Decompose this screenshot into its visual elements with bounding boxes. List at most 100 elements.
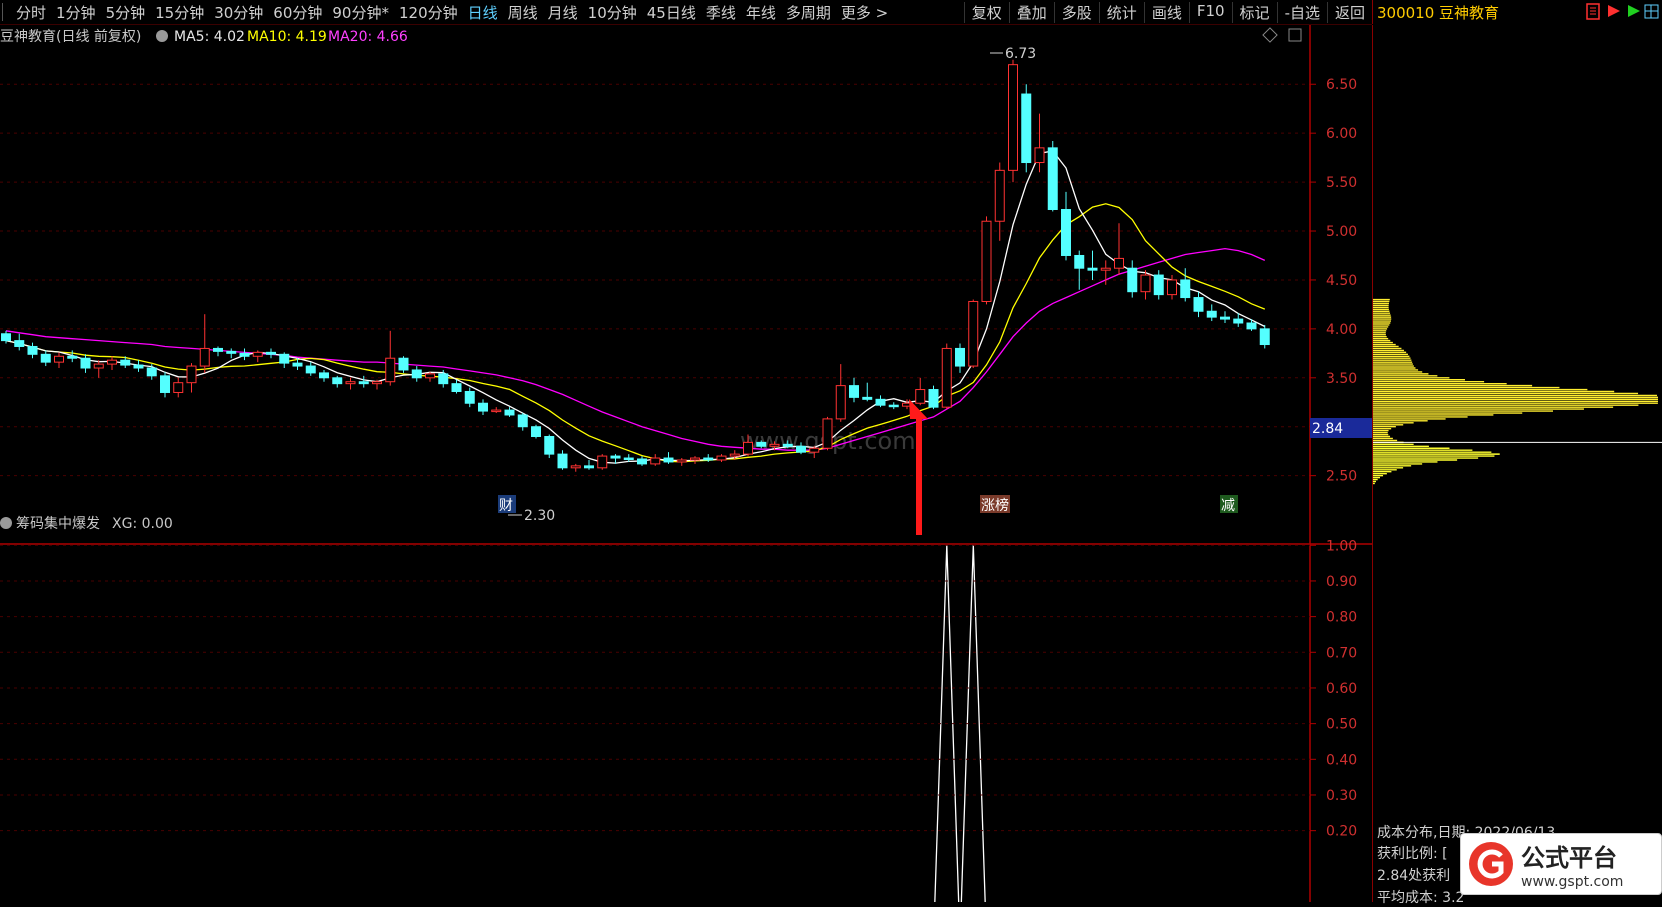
candle-body <box>1087 267 1098 271</box>
timeframe-tab[interactable]: 周线 <box>503 2 543 23</box>
candle-body <box>690 457 700 461</box>
candle-body <box>623 457 634 461</box>
candle-body <box>266 351 276 355</box>
grid-icon[interactable] <box>1643 3 1660 20</box>
indicator-tick-label: 0.50 <box>1326 717 1357 733</box>
timeframe-tab[interactable]: 多周期 <box>781 2 836 23</box>
candle-body <box>199 347 210 367</box>
ma5-polyline <box>5 150 1266 464</box>
candle-body <box>213 347 223 352</box>
candle-body <box>226 350 237 354</box>
indicator-toggle-icon[interactable] <box>0 517 12 529</box>
candle-body <box>729 453 740 457</box>
tool-button[interactable]: 返回 <box>1326 1 1372 23</box>
tool-button[interactable]: F10 <box>1188 1 1232 23</box>
timeframe-tab[interactable]: 月线 <box>543 2 583 23</box>
candle-body <box>531 426 541 438</box>
ma10-polyline <box>5 203 1266 463</box>
tool-button[interactable]: 复权 <box>963 1 1009 23</box>
candle-body <box>1034 147 1045 164</box>
timeframe-tab[interactable]: 30分钟 <box>209 2 268 23</box>
timeframe-tab[interactable]: 年线 <box>741 2 781 23</box>
tool-button[interactable]: 多股 <box>1053 1 1099 23</box>
candle-body <box>849 385 859 398</box>
logo-url: www.gspt.com <box>1521 874 1623 890</box>
right-header: 300010 豆神教育 <box>1372 0 1662 24</box>
timeframe-tab[interactable]: 5分钟 <box>101 2 151 23</box>
timeframe-tab[interactable]: 1分钟 <box>51 2 101 23</box>
timeframe-tab[interactable]: 120分钟 <box>394 2 463 23</box>
tool-button[interactable]: 统计 <box>1098 1 1144 23</box>
candle-body <box>756 441 767 447</box>
kline-chart-area[interactable]: 豆神教育(日线 前复权) MA5: 4.02 MA10: 4.19 MA20: … <box>0 25 1372 902</box>
candle-body <box>491 409 502 413</box>
timeframe-tab[interactable]: 90分钟* <box>327 2 394 23</box>
candle-body <box>663 457 674 463</box>
candle-body <box>398 357 409 371</box>
ma20-label: MA20: 4.66 <box>328 29 408 45</box>
candle-body <box>239 352 250 357</box>
xg-polyline <box>934 545 986 902</box>
candle-body <box>292 362 303 367</box>
timeframe-tab[interactable]: 45日线 <box>642 2 701 23</box>
logo-name: 公式平台 <box>1521 844 1617 872</box>
current-price-tag: 2.84 <box>1310 418 1372 438</box>
main-legend: 豆神教育(日线 前复权) MA5: 4.02 MA10: 4.19 MA20: … <box>0 27 1302 45</box>
candle-body <box>133 364 144 369</box>
marker-jian[interactable]: 减 <box>1221 498 1235 514</box>
candle-body <box>597 455 608 469</box>
indicator-tick-label: 0.30 <box>1326 788 1357 804</box>
chip-distribution-chart <box>1373 298 1662 485</box>
candle-body <box>345 381 356 385</box>
candle-body <box>1193 297 1204 312</box>
candle-body <box>279 353 290 364</box>
timeframe-tab[interactable]: 60分钟 <box>268 2 327 23</box>
low-label: 2.30 <box>524 508 555 524</box>
candle-body <box>888 404 899 408</box>
price-tick-label: 6.50 <box>1326 77 1357 93</box>
xg-signal-line <box>934 545 986 902</box>
marker-cai[interactable]: 财 <box>499 498 513 514</box>
candle-body <box>1140 274 1151 293</box>
candle-body <box>915 389 926 404</box>
chart-grid <box>0 83 1310 477</box>
candle-body <box>650 457 661 465</box>
timeframe-tab[interactable]: 15分钟 <box>150 2 209 23</box>
indicator-tick-label: 0.40 <box>1326 752 1357 768</box>
tool-button[interactable]: 画线 <box>1143 1 1189 23</box>
flag-icon[interactable] <box>1605 3 1622 20</box>
tool-button[interactable]: 标记 <box>1231 1 1277 23</box>
tool-buttons: 复权 叠加 多股 统计 画线 F10 标记 -自选 返回 <box>963 1 1372 23</box>
price-tick-label: 4.50 <box>1326 273 1357 289</box>
candle-body <box>782 443 793 447</box>
diamond-icon[interactable] <box>1262 27 1278 43</box>
indicator-value: XG: 0.00 <box>112 516 173 532</box>
candle-body <box>610 455 621 459</box>
high-label: 6.73 <box>1005 46 1036 62</box>
tool-button[interactable]: -自选 <box>1276 1 1327 23</box>
timeframe-tab[interactable]: 日线 <box>463 2 503 23</box>
settings-toggle-icon[interactable] <box>156 30 168 42</box>
candle-body <box>769 443 780 447</box>
candle-body <box>994 169 1005 222</box>
ma5-label: MA5: 4.02 <box>174 29 245 45</box>
report-icon[interactable] <box>1585 3 1602 20</box>
candle-body <box>173 382 184 393</box>
candle-body <box>252 351 263 357</box>
candle-body <box>425 373 435 379</box>
candle-body <box>637 458 647 465</box>
window-icon[interactable] <box>1288 28 1302 42</box>
candle-body <box>941 347 952 408</box>
candle-body <box>822 418 833 449</box>
arrow-right-icon[interactable] <box>1625 3 1642 20</box>
marker-zhangbang[interactable]: 涨榜 <box>981 497 1009 514</box>
tool-button[interactable]: 叠加 <box>1008 1 1054 23</box>
indicator-tick-label: 1.00 <box>1326 538 1357 554</box>
timeframe-tab[interactable]: 季线 <box>701 2 741 23</box>
event-markers: 财 涨榜 减 <box>498 495 1238 514</box>
timeframe-tab[interactable]: 分时 <box>11 2 51 23</box>
timeframe-tab[interactable]: 更多 > <box>836 2 893 23</box>
timeframe-tab[interactable]: 10分钟 <box>583 2 642 23</box>
candle-body <box>385 357 396 383</box>
candle-body <box>1127 267 1138 293</box>
